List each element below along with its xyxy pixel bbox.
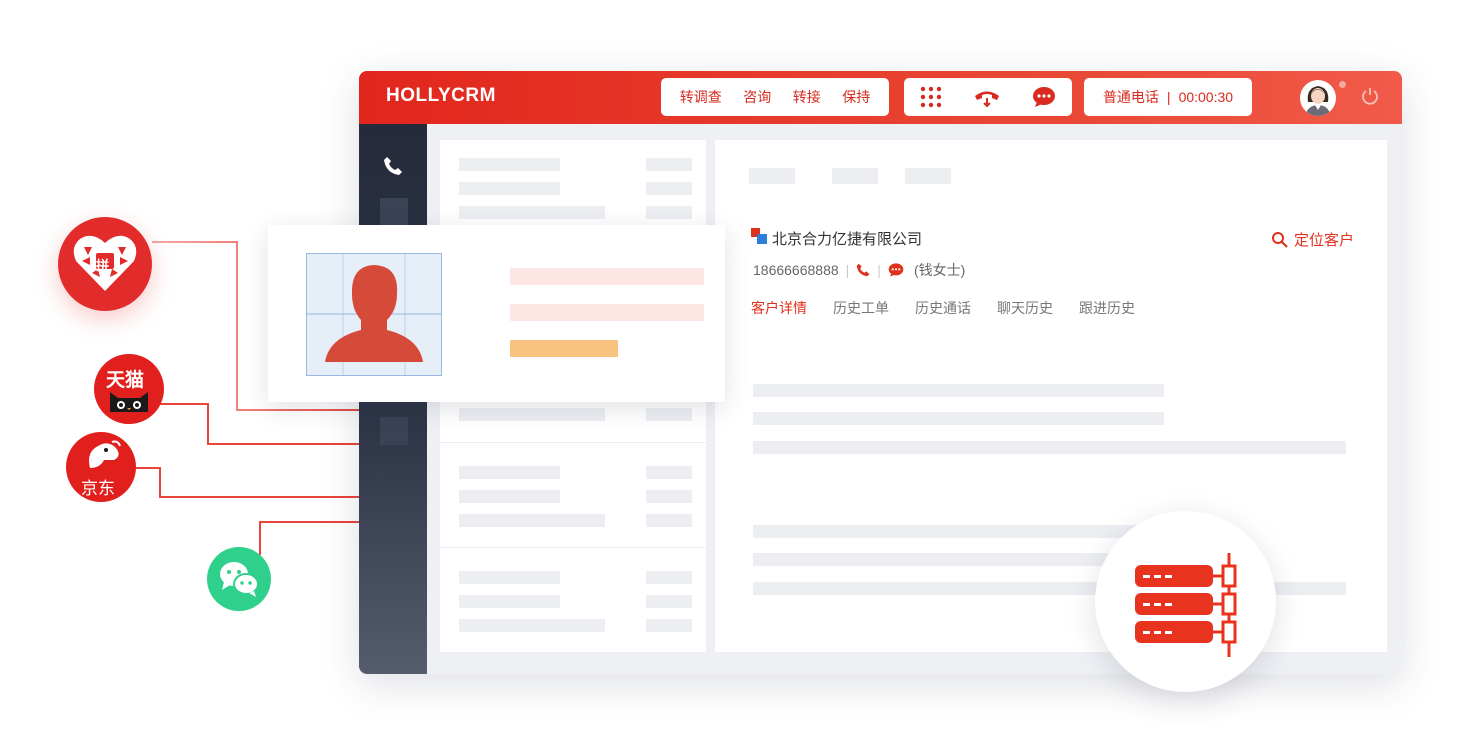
phone-icon[interactable] bbox=[383, 156, 403, 176]
transfer-survey-button[interactable]: 转调查 bbox=[680, 87, 722, 107]
sidebar-item[interactable] bbox=[380, 417, 408, 445]
tab-chat-history[interactable]: 聊天历史 bbox=[997, 298, 1053, 318]
placeholder-bar bbox=[753, 525, 1164, 538]
call-controls bbox=[904, 78, 1072, 116]
pinduoduo-channel[interactable]: 拼 bbox=[58, 217, 152, 311]
placeholder-tab bbox=[905, 168, 951, 184]
server-icon bbox=[1135, 553, 1237, 657]
brand-logo: HOLLYCRM bbox=[386, 85, 496, 106]
jd-channel[interactable]: 京东 bbox=[66, 432, 136, 502]
tmall-channel[interactable]: 天猫 bbox=[94, 354, 164, 424]
placeholder-tab bbox=[832, 168, 878, 184]
locate-customer-label: 定位客户 bbox=[1294, 232, 1355, 249]
customer-detail: 北京合力亿捷有限公司 定位客户 18666668888 | | (钱女士) 客户 bbox=[715, 140, 1387, 652]
hold-button[interactable]: 保持 bbox=[842, 87, 870, 107]
tab-customer-detail[interactable]: 客户详情 bbox=[751, 298, 807, 318]
person-silhouette-icon bbox=[307, 254, 441, 375]
call-customer-icon[interactable] bbox=[856, 263, 870, 277]
pinduoduo-label: 拼 bbox=[96, 258, 110, 273]
row-divider bbox=[440, 547, 706, 548]
customer-profile-card bbox=[268, 225, 725, 402]
placeholder-bar bbox=[459, 182, 560, 195]
placeholder-bar bbox=[646, 595, 692, 608]
wechat-channel[interactable] bbox=[207, 547, 271, 611]
placeholder-bar bbox=[459, 514, 605, 527]
placeholder-bar bbox=[753, 384, 1164, 397]
placeholder-bar bbox=[459, 466, 560, 479]
agent-avatar-icon bbox=[1305, 86, 1331, 116]
call-type: 普通电话 bbox=[1102, 89, 1159, 105]
call-timer: 00:00:30 bbox=[1178, 89, 1234, 105]
placeholder-bar bbox=[646, 158, 692, 171]
call-status: 普通电话 | 00:00:30 bbox=[1084, 78, 1252, 116]
profile-photo-frame bbox=[306, 253, 442, 376]
placeholder-bar bbox=[753, 412, 1164, 425]
placeholder-bar bbox=[646, 619, 692, 632]
divider: | bbox=[877, 262, 881, 278]
tab-history-calls[interactable]: 历史通话 bbox=[915, 298, 971, 318]
hangup-icon[interactable] bbox=[973, 86, 1001, 108]
call-status-separator: | bbox=[1166, 89, 1171, 105]
placeholder-bar-highlight bbox=[510, 340, 618, 357]
sidebar-item[interactable] bbox=[380, 198, 408, 226]
locate-customer-button[interactable]: 定位客户 bbox=[1271, 229, 1354, 250]
tab-history-tickets[interactable]: 历史工单 bbox=[833, 298, 889, 318]
transfer-button[interactable]: 转接 bbox=[793, 87, 821, 107]
placeholder-bar bbox=[646, 206, 692, 219]
placeholder-bar bbox=[459, 408, 605, 421]
chat-icon[interactable] bbox=[1032, 86, 1056, 108]
detail-tabs: 客户详情 历史工单 历史通话 聊天历史 跟进历史 bbox=[751, 298, 1161, 318]
status-dot bbox=[1339, 81, 1346, 88]
tmall-label: 天猫 bbox=[106, 370, 145, 391]
jd-label: 京东 bbox=[81, 479, 115, 498]
placeholder-bar bbox=[459, 158, 560, 171]
power-icon[interactable] bbox=[1361, 87, 1379, 105]
server-badge bbox=[1095, 511, 1276, 692]
agent-avatar[interactable] bbox=[1300, 80, 1336, 116]
consult-button[interactable]: 咨询 bbox=[743, 87, 771, 107]
divider: | bbox=[845, 262, 850, 278]
placeholder-bar bbox=[510, 304, 704, 321]
placeholder-bar bbox=[510, 268, 704, 285]
placeholder-bar bbox=[646, 571, 692, 584]
placeholder-bar bbox=[646, 514, 692, 527]
customer-contact-line: 18666668888 | | (钱女士) bbox=[753, 260, 965, 280]
placeholder-tab bbox=[749, 168, 795, 184]
top-bar: HOLLYCRM 转调查 咨询 转接 保持 普通电话 | 00:00:30 bbox=[359, 71, 1402, 124]
search-icon bbox=[1272, 231, 1288, 248]
placeholder-bar bbox=[646, 408, 692, 421]
customer-phone: 18666668888 bbox=[753, 262, 839, 278]
placeholder-bar bbox=[753, 441, 1346, 454]
placeholder-bar bbox=[646, 182, 692, 195]
placeholder-bar bbox=[646, 490, 692, 503]
company-logo-icon bbox=[751, 228, 767, 244]
placeholder-bar bbox=[459, 490, 560, 503]
placeholder-bar bbox=[459, 571, 560, 584]
tab-followup-history[interactable]: 跟进历史 bbox=[1079, 298, 1135, 318]
jd-dog-icon bbox=[89, 440, 121, 468]
dialpad-icon[interactable] bbox=[920, 86, 942, 108]
placeholder-bar bbox=[459, 595, 560, 608]
placeholder-bar bbox=[459, 619, 605, 632]
placeholder-bar bbox=[646, 466, 692, 479]
chat-customer-icon[interactable] bbox=[888, 262, 904, 278]
call-actions: 转调查 咨询 转接 保持 bbox=[661, 78, 889, 116]
tmall-cat-icon bbox=[110, 392, 148, 412]
placeholder-bar bbox=[459, 206, 605, 219]
company-name: 北京合力亿捷有限公司 bbox=[772, 231, 923, 248]
wechat-icon bbox=[220, 562, 259, 597]
customer-contact-name: (钱女士) bbox=[913, 262, 966, 278]
row-divider bbox=[440, 442, 706, 443]
